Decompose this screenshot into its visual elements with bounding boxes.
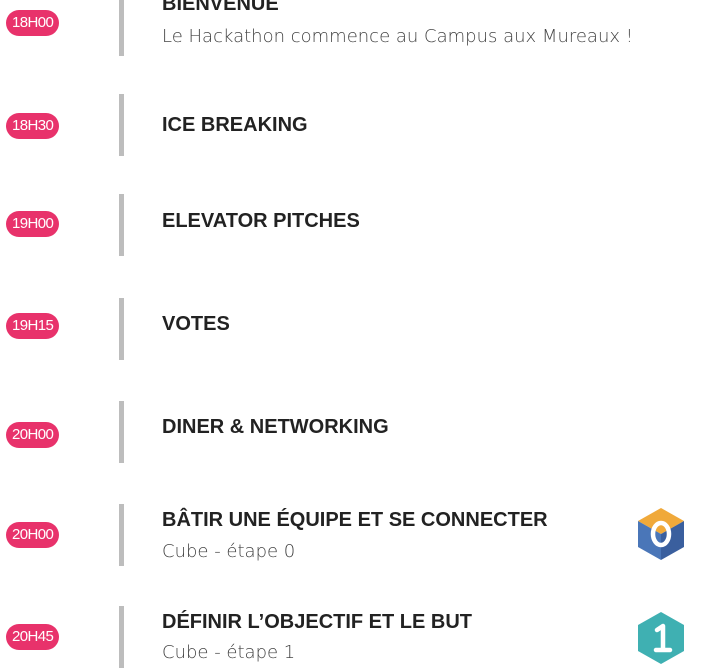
- event-title: DINER & NETWORKING: [162, 416, 389, 438]
- event-title: DÉFINIR L’OBJECTIF ET LE BUT: [162, 611, 473, 633]
- event-subtitle: Cube - étape 0: [162, 541, 296, 562]
- event-title: VOTES: [162, 313, 230, 335]
- event-title: ICE BREAKING: [162, 114, 308, 136]
- timeline-bar: [119, 606, 124, 668]
- time-badge: 20H00: [6, 422, 60, 448]
- event-subtitle: Le Hackathon commence au Campus aux Mure…: [162, 26, 633, 47]
- event-title: ELEVATOR PITCHES: [162, 210, 360, 232]
- time-badge: 19H00: [6, 211, 60, 237]
- timeline-bar: [119, 194, 124, 256]
- time-badge: 19H15: [6, 313, 60, 339]
- timeline-bar: [119, 401, 124, 463]
- event-title: BÂTIR UNE ÉQUIPE ET SE CONNECTER: [162, 509, 548, 531]
- timeline-bar: [119, 0, 124, 56]
- time-badge: 20H45: [6, 624, 60, 650]
- timeline-bar: [119, 298, 124, 360]
- time-badge: 18H00: [6, 10, 60, 36]
- timeline-bar: [119, 504, 124, 566]
- time-badge: 20H00: [6, 522, 60, 548]
- event-subtitle: Cube - étape 1: [162, 642, 296, 663]
- cube-step-0-icon: [638, 508, 684, 560]
- cube-step-1-icon: [638, 612, 684, 664]
- timeline-bar: [119, 94, 124, 156]
- time-badge: 18H30: [6, 113, 60, 139]
- event-title: BIENVENUE: [162, 0, 279, 15]
